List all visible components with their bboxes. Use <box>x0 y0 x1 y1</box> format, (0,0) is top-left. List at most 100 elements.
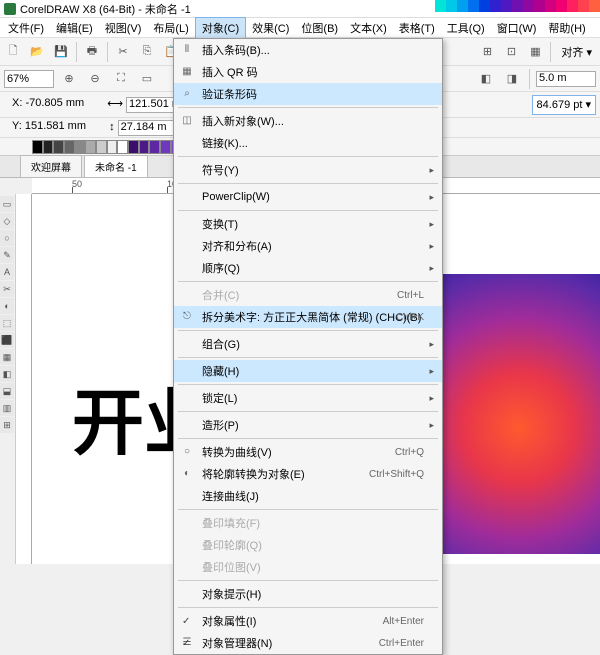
color-swatch[interactable] <box>43 140 54 154</box>
color-swatch[interactable] <box>139 140 150 154</box>
menu-item[interactable]: 视图(V) <box>99 18 148 38</box>
toolbox-tool[interactable]: ⊞ <box>0 417 14 433</box>
menu-item[interactable]: 工具(Q) <box>441 18 491 38</box>
gradient-rectangle[interactable] <box>420 274 600 554</box>
menu-item[interactable]: ⦀插入条码(B)... <box>174 39 442 61</box>
palette-color[interactable] <box>512 0 523 12</box>
palette-color[interactable] <box>556 0 567 12</box>
font-size-select[interactable]: 84.679 pt ▾ <box>532 95 596 115</box>
toolbox-tool[interactable]: A <box>0 264 14 280</box>
menu-item[interactable]: 编辑(E) <box>50 18 99 38</box>
menu-item[interactable]: ✓对象属性(I)Alt+Enter <box>174 610 442 632</box>
open-icon[interactable]: 📂 <box>26 41 48 63</box>
color-palette-strip[interactable] <box>435 0 600 12</box>
menu-item[interactable]: 连接曲线(J) <box>174 485 442 507</box>
menu-item[interactable]: 效果(C) <box>246 18 295 38</box>
palette-color[interactable] <box>435 0 446 12</box>
palette-color[interactable] <box>490 0 501 12</box>
zoom-fit-icon[interactable]: ⛶ <box>110 68 132 90</box>
color-swatch[interactable] <box>85 140 96 154</box>
toolbox-tool[interactable]: ⬓ <box>0 383 14 399</box>
color-swatch[interactable] <box>32 140 43 154</box>
obj-height[interactable]: 27.184 m <box>118 120 178 136</box>
tab-document[interactable]: 未命名 -1 <box>84 155 148 177</box>
toolbox-tool[interactable]: ▥ <box>0 400 14 416</box>
tab-welcome[interactable]: 欢迎屏幕 <box>20 155 82 177</box>
color-swatch[interactable] <box>64 140 75 154</box>
tool-b-icon[interactable]: ◨ <box>501 68 523 90</box>
menu-item[interactable]: 布局(L) <box>147 18 194 38</box>
menu-bar[interactable]: 文件(F)编辑(E)视图(V)布局(L)对象(C)效果(C)位图(B)文本(X)… <box>0 18 600 38</box>
grid-icon[interactable]: ▦ <box>524 41 546 63</box>
menu-item[interactable]: 文本(X) <box>344 18 393 38</box>
palette-color[interactable] <box>578 0 589 12</box>
color-swatch[interactable] <box>107 140 118 154</box>
menu-item[interactable]: 文件(F) <box>2 18 50 38</box>
gradient-swatches[interactable] <box>32 140 192 154</box>
palette-color[interactable] <box>523 0 534 12</box>
toolbox-tool[interactable]: ◐ <box>0 298 14 314</box>
menu-item[interactable]: 对象提示(H) <box>174 583 442 605</box>
menu-item[interactable]: PowerClip(W) <box>174 186 442 208</box>
color-swatch[interactable] <box>149 140 160 154</box>
toolbox-tool[interactable]: ⬚ <box>0 315 14 331</box>
menu-item[interactable]: 窗口(W) <box>491 18 543 38</box>
toolbox-tool[interactable]: ◧ <box>0 366 14 382</box>
menu-item[interactable]: 位图(B) <box>295 18 344 38</box>
palette-color[interactable] <box>501 0 512 12</box>
guides-icon[interactable]: ⊡ <box>500 41 522 63</box>
save-icon[interactable]: 💾 <box>50 41 72 63</box>
menu-item[interactable]: ▦插入 QR 码 <box>174 61 442 83</box>
palette-color[interactable] <box>534 0 545 12</box>
toolbox-tool[interactable]: ○ <box>0 230 14 246</box>
menu-item[interactable]: 组合(G) <box>174 333 442 355</box>
palette-color[interactable] <box>567 0 578 12</box>
copy-icon[interactable]: ⎘ <box>136 41 158 63</box>
palette-color[interactable] <box>479 0 490 12</box>
cut-icon[interactable]: ✂ <box>112 41 134 63</box>
zoom-in-icon[interactable]: ⊕ <box>58 68 80 90</box>
zoom-input[interactable] <box>4 70 54 88</box>
menu-item[interactable]: 变换(T) <box>174 213 442 235</box>
palette-color[interactable] <box>446 0 457 12</box>
toolbox-tool[interactable]: ▭ <box>0 196 14 212</box>
color-swatch[interactable] <box>96 140 107 154</box>
palette-color[interactable] <box>589 0 600 12</box>
menu-item[interactable]: ○转换为曲线(V)Ctrl+Q <box>174 441 442 463</box>
color-swatch[interactable] <box>75 140 86 154</box>
menu-item[interactable]: 造形(P) <box>174 414 442 436</box>
color-swatch[interactable] <box>160 140 171 154</box>
new-icon[interactable]: 🗋 <box>2 41 24 63</box>
menu-item[interactable]: 顺序(Q) <box>174 257 442 279</box>
menu-item[interactable]: 帮助(H) <box>542 18 591 38</box>
palette-color[interactable] <box>545 0 556 12</box>
menu-item[interactable]: 表格(T) <box>393 18 441 38</box>
menu-item[interactable]: ⌕验证条形码 <box>174 83 442 105</box>
align-dropdown[interactable]: 对齐 ▾ <box>555 42 598 62</box>
menu-item[interactable]: 链接(K)... <box>174 132 442 154</box>
toolbox-tool[interactable]: ⬛ <box>0 332 14 348</box>
palette-color[interactable] <box>457 0 468 12</box>
toolbox-tool[interactable]: ◇ <box>0 213 14 229</box>
menu-item[interactable]: ☰✓对象管理器(N)Ctrl+Enter <box>174 632 442 654</box>
snap-icon[interactable]: ⊞ <box>476 41 498 63</box>
color-swatch[interactable] <box>117 140 128 154</box>
toolbox-tool[interactable]: ✂ <box>0 281 14 297</box>
menu-item[interactable]: 符号(Y) <box>174 159 442 181</box>
menu-item[interactable]: ⎋拆分美术字: 方正正大黑简体 (常规) (CHC)(B)Ctrl+K <box>174 306 442 328</box>
toolbox-tool[interactable]: ▦ <box>0 349 14 365</box>
palette-color[interactable] <box>468 0 479 12</box>
zoom-out-icon[interactable]: ⊖ <box>84 68 106 90</box>
color-swatch[interactable] <box>53 140 64 154</box>
print-icon[interactable]: 🖶 <box>81 41 103 63</box>
tool-a-icon[interactable]: ◧ <box>475 68 497 90</box>
stroke-width[interactable]: 5.0 m <box>536 71 596 87</box>
menu-item[interactable]: 对象(C) <box>195 17 246 39</box>
menu-item[interactable]: 锁定(L) <box>174 387 442 409</box>
menu-item[interactable]: ◫插入新对象(W)... <box>174 110 442 132</box>
menu-item[interactable]: 对齐和分布(A) <box>174 235 442 257</box>
color-swatch[interactable] <box>128 140 139 154</box>
toolbox-tool[interactable]: ✎ <box>0 247 14 263</box>
menu-item[interactable]: ◐将轮廓转换为对象(E)Ctrl+Shift+Q <box>174 463 442 485</box>
zoom-page-icon[interactable]: ▭ <box>136 68 158 90</box>
